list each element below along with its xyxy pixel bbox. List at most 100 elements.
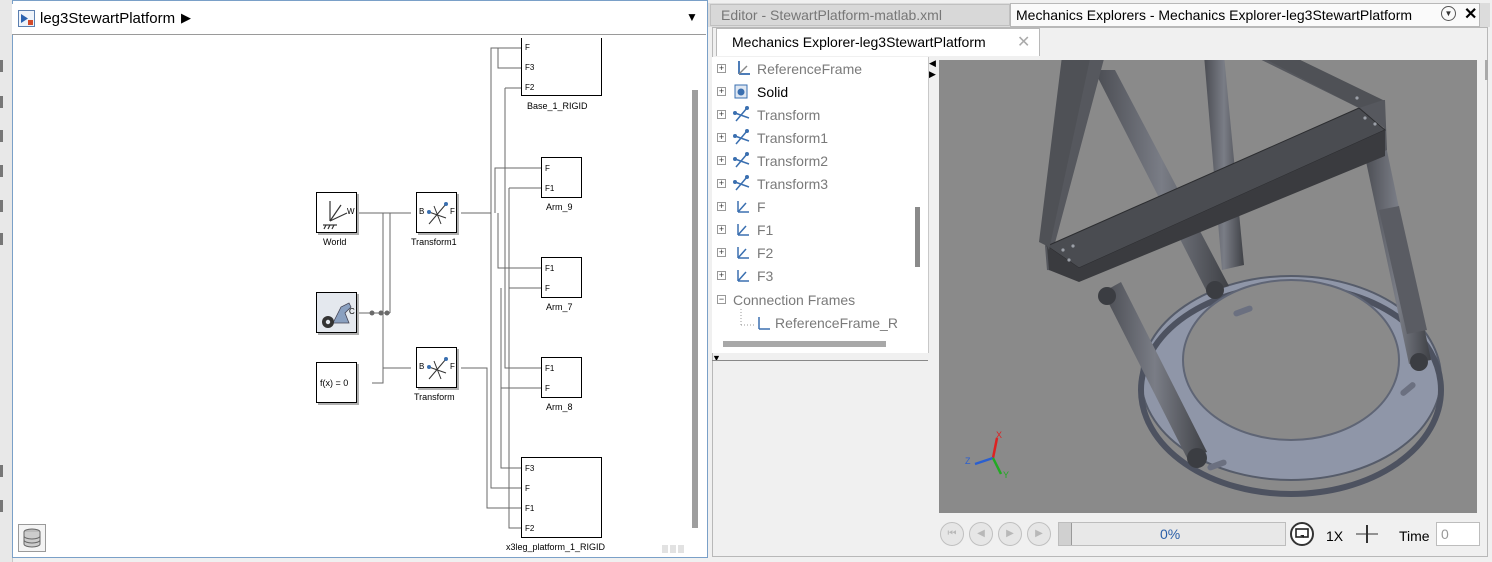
time-field[interactable]	[1436, 522, 1480, 546]
expand-icon[interactable]: +	[717, 179, 726, 188]
splitter-arrow-icon[interactable]: ◀	[929, 58, 936, 69]
playback-speed-slider[interactable]	[1354, 522, 1380, 546]
step-forward-button[interactable]: ▶	[1027, 522, 1051, 546]
tree-item-connection-frames[interactable]: − Connection Frames	[712, 291, 928, 311]
expand-icon[interactable]: +	[717, 133, 726, 142]
toolbar-mark[interactable]	[0, 130, 3, 142]
frame-icon	[758, 317, 770, 330]
panel-scrollbar[interactable]	[1485, 60, 1488, 80]
loop-playback-button[interactable]	[1290, 522, 1314, 546]
toolbar-mark[interactable]	[0, 200, 3, 212]
subtab-label: Mechanics Explorer-leg3StewartPlatform	[732, 34, 986, 50]
port-label: F	[450, 207, 455, 216]
pane-collapse-icon[interactable]: ▼	[712, 353, 721, 363]
expand-icon[interactable]: +	[717, 87, 726, 96]
tree-item[interactable]: + ReferenceFrame	[712, 59, 928, 79]
tree-item-label: F3	[757, 268, 774, 284]
port-label: F3	[525, 464, 535, 473]
arm-7-block[interactable]: F1 F	[541, 257, 582, 298]
axes-triad-icon: X Z Y	[965, 430, 1009, 480]
model-tree[interactable]: + ReferenceFrame + Solid + Transform + Transfor…	[712, 57, 929, 353]
canvas-vertical-scrollbar[interactable]	[692, 90, 698, 528]
port-label: F	[525, 484, 530, 493]
transform-icon	[733, 175, 750, 191]
close-icon[interactable]: ✕	[1464, 4, 1477, 24]
playback-progress-text: 0%	[1160, 526, 1181, 542]
expand-icon[interactable]: +	[717, 64, 726, 73]
expand-icon[interactable]: +	[717, 248, 726, 257]
3d-viewport[interactable]: X Z Y	[939, 60, 1477, 513]
expand-icon[interactable]: +	[717, 202, 726, 211]
block-label: Base_1_RIGID	[527, 101, 588, 111]
frame-icon	[737, 270, 749, 282]
transform-icon	[733, 106, 750, 122]
toolbar-mark[interactable]	[0, 60, 3, 72]
axis-x-label: X	[996, 430, 1002, 440]
toolbar-mark[interactable]	[0, 165, 3, 177]
arm-9-block[interactable]: F F1	[541, 157, 582, 198]
skip-to-start-button[interactable]: ⏮	[940, 522, 964, 546]
block-label: Transform1	[411, 237, 457, 247]
axis-z-label: Z	[965, 456, 971, 466]
play-button[interactable]: ▶	[998, 522, 1022, 546]
tree-item[interactable]: + F3	[712, 266, 928, 286]
model-icon[interactable]	[18, 10, 35, 27]
collapse-icon[interactable]: −	[717, 295, 726, 304]
tree-item[interactable]: + Transform2	[712, 151, 928, 171]
expand-icon[interactable]: +	[717, 156, 726, 165]
tree-horizontal-scrollbar[interactable]	[723, 341, 886, 347]
frame-icon	[737, 247, 749, 259]
tree-item-label: F1	[757, 222, 774, 238]
expand-icon[interactable]: +	[717, 271, 726, 280]
tree-item[interactable]: + Transform	[712, 105, 928, 125]
expand-icon[interactable]: +	[717, 225, 726, 234]
block-label: Arm_7	[546, 302, 573, 312]
tree-item[interactable]: + Solid	[712, 82, 928, 102]
resize-grip-icon[interactable]	[660, 544, 684, 554]
breadcrumb-arrow-icon[interactable]: ▶	[181, 10, 191, 26]
tree-item-reference-frame-r[interactable]: ReferenceFrame_R	[750, 314, 928, 334]
port-label: F	[545, 384, 550, 393]
tab-options-dropdown-icon[interactable]: ▼	[1441, 6, 1456, 21]
playback-slider-thumb[interactable]	[1059, 523, 1072, 545]
tree-item[interactable]: + Transform3	[712, 174, 928, 194]
transform1-block[interactable]: B F	[416, 192, 457, 233]
address-dropdown-icon[interactable]: ▼	[686, 10, 698, 24]
toolbar-mark[interactable]	[0, 233, 3, 245]
tree-item-label: Transform	[757, 107, 821, 123]
block-label: Transform	[414, 392, 455, 402]
toolbar-mark[interactable]	[0, 500, 3, 512]
port-label: B	[419, 207, 425, 216]
block-label: World	[323, 237, 347, 247]
model-breadcrumb[interactable]: leg3StewartPlatform	[40, 10, 175, 27]
port-label: F2	[525, 524, 535, 533]
transform-icon	[427, 202, 448, 225]
port-label: F	[545, 164, 550, 173]
arm-8-block[interactable]: F1 F	[541, 357, 582, 398]
world-frame-block[interactable]: W	[316, 192, 357, 233]
mechanism-configuration-block[interactable]: C	[316, 292, 357, 333]
transform-icon	[427, 357, 448, 380]
model-canvas[interactable]: F F3 F2 Base_1_RIGID F F1 Arm_9 F1 F Arm…	[13, 38, 693, 556]
tree-item[interactable]: + F2	[712, 243, 928, 263]
tree-item-label: F	[757, 199, 766, 215]
solid-icon	[734, 84, 748, 99]
tree-item-label: Transform1	[757, 130, 829, 146]
model-data-button[interactable]	[18, 524, 46, 552]
base-rigid-block[interactable]: F F3 F2	[521, 38, 602, 96]
platform-rigid-block[interactable]: F3 F F1 F2	[521, 457, 602, 538]
tree-item[interactable]: + Transform1	[712, 128, 928, 148]
solver-configuration-block[interactable]: f(x) = 0	[316, 362, 357, 403]
step-back-button[interactable]: ◀	[969, 522, 993, 546]
stewart-platform-render	[1039, 60, 1444, 497]
splitter-arrow-icon[interactable]: ▶	[929, 69, 936, 80]
close-icon[interactable]: ✕	[1017, 32, 1030, 52]
transform-block[interactable]: B F	[416, 347, 457, 388]
tree-vertical-scrollbar[interactable]	[915, 207, 920, 267]
block-label: x3leg_platform_1_RIGID	[506, 542, 606, 552]
toolbar-mark[interactable]	[0, 465, 3, 477]
toolbar-mark[interactable]	[0, 96, 3, 108]
tree-item[interactable]: + F1	[712, 220, 928, 240]
tree-item[interactable]: + F	[712, 197, 928, 217]
expand-icon[interactable]: +	[717, 110, 726, 119]
